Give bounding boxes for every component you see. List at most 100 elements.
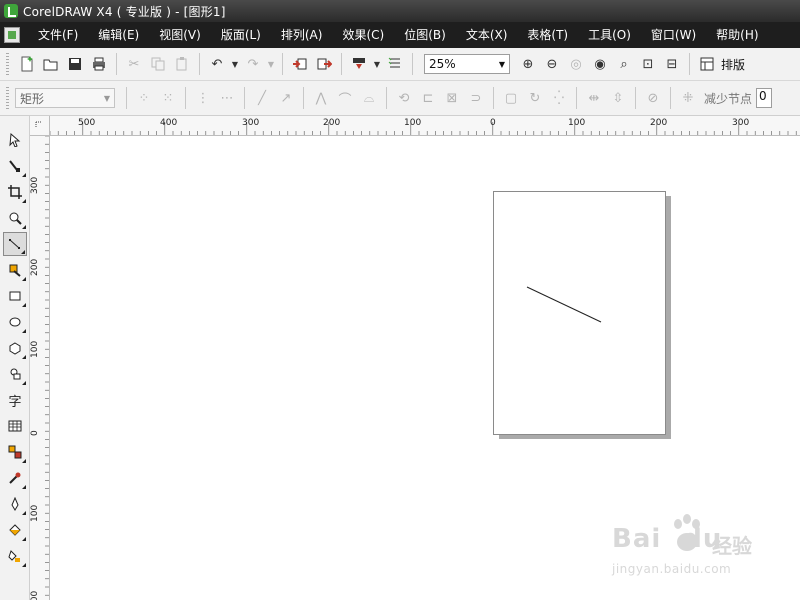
welcome-screen-icon[interactable] [383, 52, 407, 76]
menu-bitmaps[interactable]: 位图(B) [394, 22, 456, 48]
interactive-blend-tool-icon[interactable] [3, 440, 27, 464]
menu-help[interactable]: 帮助(H) [706, 22, 768, 48]
menu-window[interactable]: 窗口(W) [641, 22, 706, 48]
flyout-arrow-icon [22, 173, 26, 177]
menu-view[interactable]: 视图(V) [149, 22, 211, 48]
extract-subpath-icon[interactable]: ⊠ [440, 86, 464, 110]
vertical-ruler[interactable]: 300 200 100 0 100 200 [30, 136, 50, 600]
shape-tool-icon[interactable] [3, 154, 27, 178]
menu-tools[interactable]: 工具(O) [578, 22, 641, 48]
menu-file[interactable]: 文件(F) [28, 22, 88, 48]
reflect-vertical-icon[interactable]: ⇳ [606, 86, 630, 110]
launcher-dropdown-icon[interactable]: ▼ [371, 52, 383, 76]
align-nodes-icon[interactable]: ⁛ [547, 86, 571, 110]
fill-tool-icon[interactable] [3, 518, 27, 542]
layout-icon[interactable] [695, 52, 719, 76]
polygon-tool-icon[interactable] [3, 336, 27, 360]
elastic-mode-icon[interactable]: ⊘ [641, 86, 665, 110]
cusp-node-icon[interactable]: ⋀ [309, 86, 333, 110]
smart-fill-tool-icon[interactable] [3, 258, 27, 282]
reflect-horizontal-icon[interactable]: ⇹ [582, 86, 606, 110]
coreldraw-app-icon [4, 4, 18, 18]
interactive-fill-tool-icon[interactable] [3, 544, 27, 568]
text-tool-icon[interactable]: 字 [3, 388, 27, 412]
basic-shapes-tool-icon[interactable] [3, 362, 27, 386]
window-title: CorelDRAW X4 ( 专业版 ) - [图形1] [23, 4, 226, 19]
property-bar: 矩形 ▼ ⁘ ⁙ ⋮ ⋯ ╱ ↗ ⋀ ⌒ ⌓ ⟲ ⊏ ⊠ ⊃ ▢ ↻ ⁛ ⇹ ⇳… [0, 81, 800, 116]
save-icon[interactable] [63, 52, 87, 76]
shape-type-select[interactable]: 矩形 ▼ [15, 88, 115, 108]
property-bar-grip[interactable] [6, 87, 9, 109]
toolbar-separator [116, 53, 117, 75]
menu-layout[interactable]: 版面(L) [211, 22, 271, 48]
curve-smoothness-input[interactable]: 0 [756, 88, 773, 108]
auto-close-icon[interactable]: ⊃ [464, 86, 488, 110]
eyedropper-tool-icon[interactable] [3, 466, 27, 490]
text-tool-glyph: 字 [8, 394, 22, 410]
export-icon[interactable] [312, 52, 336, 76]
new-document-icon[interactable] [15, 52, 39, 76]
zoom-to-selected-icon[interactable]: ◎ [564, 52, 588, 76]
ruler-h-label: 300 [732, 118, 750, 128]
join-nodes-icon[interactable]: ⋮ [191, 86, 215, 110]
toolbox: 字 [0, 116, 30, 600]
ruler-h-label: 0 [490, 118, 496, 128]
smooth-node-icon[interactable]: ⌒ [333, 86, 357, 110]
zoom-tool-icon[interactable] [3, 206, 27, 230]
rectangle-tool-icon[interactable] [3, 284, 27, 308]
rotate-nodes-icon[interactable]: ↻ [523, 86, 547, 110]
menu-table[interactable]: 表格(T) [517, 22, 578, 48]
select-all-nodes-icon[interactable]: ⁜ [676, 86, 700, 110]
import-icon[interactable] [288, 52, 312, 76]
zoom-level-select[interactable]: 25% ▼ [424, 54, 510, 74]
stretch-nodes-icon[interactable]: ▢ [499, 86, 523, 110]
flyout-arrow-icon [21, 250, 25, 254]
zoom-out-icon[interactable]: ⊖ [540, 52, 564, 76]
outline-tool-icon[interactable] [3, 492, 27, 516]
table-tool-icon[interactable] [3, 414, 27, 438]
symmetrical-node-icon[interactable]: ⌓ [357, 86, 381, 110]
ruler-origin-corner[interactable] [30, 116, 50, 136]
pick-tool-icon[interactable] [3, 128, 27, 152]
watermark-jingyan: 经验 [712, 534, 752, 558]
extend-curve-icon[interactable]: ⊏ [416, 86, 440, 110]
add-node-icon[interactable]: ⁘ [132, 86, 156, 110]
zoom-in-icon[interactable]: ⊕ [516, 52, 540, 76]
zoom-to-all-objects-icon[interactable]: ◉ [588, 52, 612, 76]
drawn-line[interactable] [526, 286, 602, 323]
convert-to-curve-icon[interactable]: ↗ [274, 86, 298, 110]
copy-icon[interactable] [146, 52, 170, 76]
convert-to-line-icon[interactable]: ╱ [250, 86, 274, 110]
crop-tool-icon[interactable] [3, 180, 27, 204]
break-curve-icon[interactable]: ⋯ [215, 86, 239, 110]
ruler-v-label: 0 [30, 430, 40, 436]
paste-icon[interactable] [170, 52, 194, 76]
menu-effects[interactable]: 效果(C) [332, 22, 394, 48]
undo-dropdown-icon[interactable]: ▼ [229, 52, 241, 76]
document-control-icon[interactable] [4, 27, 20, 43]
toolbar-grip[interactable] [6, 53, 9, 75]
redo-icon[interactable]: ↷ [241, 52, 265, 76]
undo-icon[interactable]: ↶ [205, 52, 229, 76]
print-icon[interactable] [87, 52, 111, 76]
delete-node-icon[interactable]: ⁙ [156, 86, 180, 110]
open-folder-icon[interactable] [39, 52, 63, 76]
reverse-direction-icon[interactable]: ⟲ [392, 86, 416, 110]
menu-edit[interactable]: 编辑(E) [88, 22, 149, 48]
title-bar: CorelDRAW X4 ( 专业版 ) - [图形1] [0, 0, 800, 22]
zoom-to-page-width-icon[interactable]: ⊡ [636, 52, 660, 76]
zoom-to-page-icon[interactable]: ⌕ [612, 52, 636, 76]
menu-text[interactable]: 文本(X) [456, 22, 518, 48]
reduce-nodes-label: 减少节点 [704, 91, 753, 106]
ruler-v-label: 300 [30, 176, 40, 194]
ellipse-tool-icon[interactable] [3, 310, 27, 334]
application-launcher-icon[interactable] [347, 52, 371, 76]
menu-arrange[interactable]: 排列(A) [271, 22, 333, 48]
layout-label[interactable]: 排版 [721, 56, 745, 73]
toolbar-separator [185, 87, 186, 109]
redo-dropdown-icon[interactable]: ▼ [265, 52, 277, 76]
freehand-tool-icon[interactable] [3, 232, 27, 256]
cut-icon[interactable]: ✂ [122, 52, 146, 76]
horizontal-ruler[interactable]: 500 400 300 200 100 0 100 200 300 [50, 116, 800, 136]
zoom-to-page-height-icon[interactable]: ⊟ [660, 52, 684, 76]
